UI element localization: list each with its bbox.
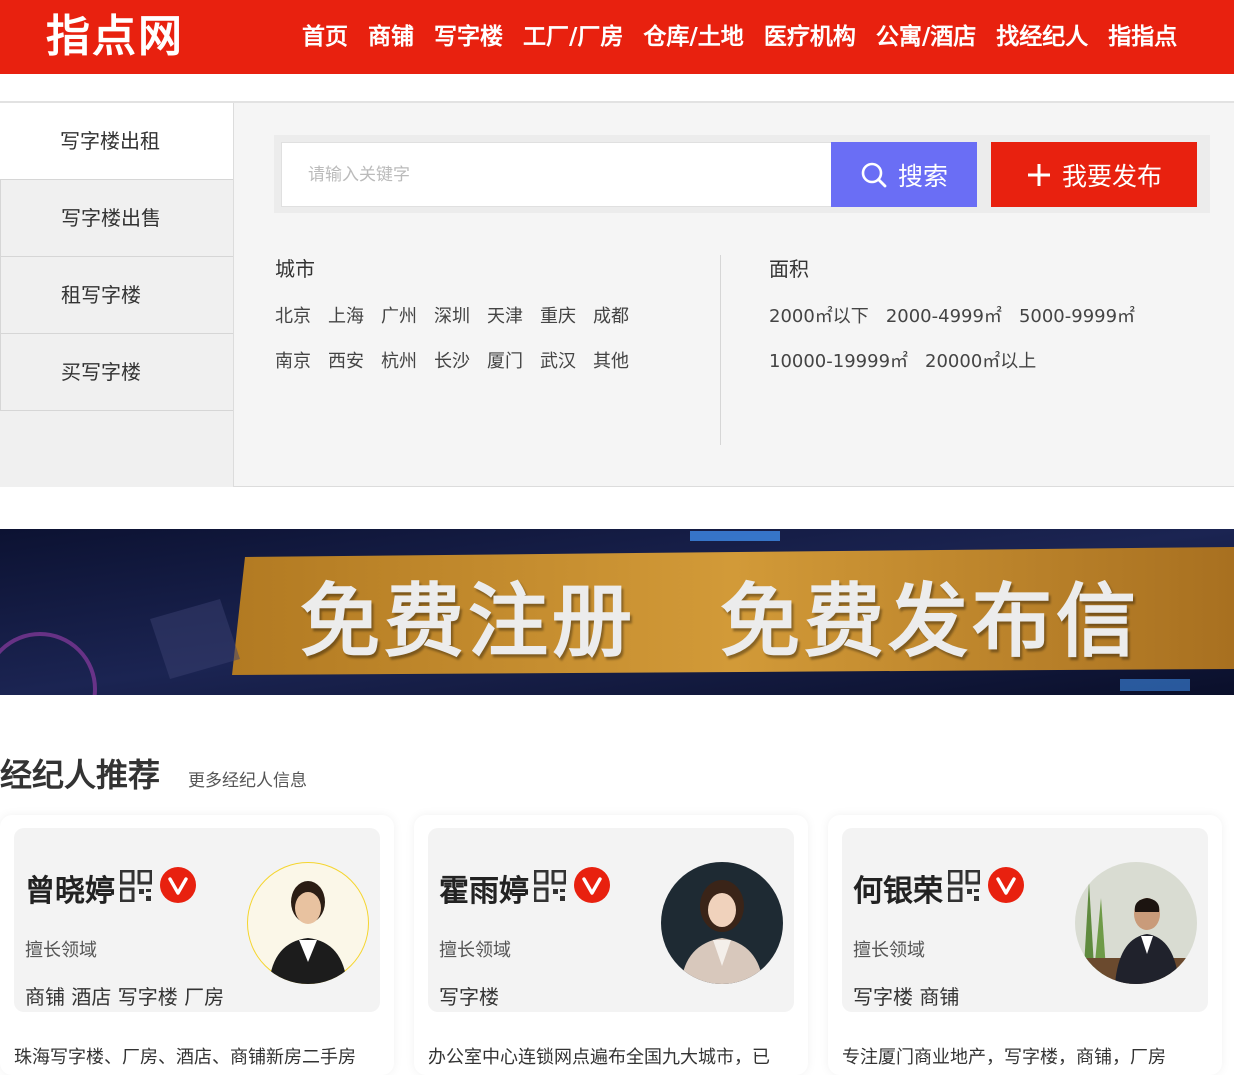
city-link[interactable]: 南京 bbox=[275, 347, 311, 373]
skill-tags: 商铺 酒店 写字楼 厂房 bbox=[25, 985, 225, 1009]
city-link[interactable]: 西安 bbox=[328, 347, 364, 373]
city-link[interactable]: 武汉 bbox=[540, 347, 576, 373]
agents-title: 经纪人推荐 bbox=[0, 756, 161, 794]
site-logo[interactable]: 指点网 bbox=[46, 10, 184, 64]
nav-medical[interactable]: 医疗机构 bbox=[764, 0, 856, 74]
qr-code-icon[interactable] bbox=[534, 870, 566, 902]
qr-code-icon[interactable] bbox=[120, 870, 152, 902]
area-link[interactable]: 5000-9999㎡ bbox=[1019, 302, 1135, 328]
search-button-label: 搜索 bbox=[897, 161, 948, 191]
area-filter-title: 面积 bbox=[769, 257, 809, 281]
city-link[interactable]: 广州 bbox=[381, 302, 417, 328]
area-row-1: 2000㎡以下 2000-4999㎡ 5000-9999㎡ bbox=[769, 302, 1152, 328]
agent-avatar bbox=[1075, 862, 1197, 984]
nav-home[interactable]: 首页 bbox=[302, 0, 348, 74]
area-row-2: 10000-19999㎡ 20000㎡以上 bbox=[769, 347, 1152, 373]
nav-factory[interactable]: 工厂/厂房 bbox=[523, 0, 623, 74]
city-link[interactable]: 重庆 bbox=[540, 302, 576, 328]
city-row-1: 北京 上海 广州 深圳 天津 重庆 成都 bbox=[275, 302, 646, 328]
publish-button-label: 我要发布 bbox=[1061, 161, 1162, 191]
agents-header: 经纪人推荐 更多经纪人信息 bbox=[0, 750, 307, 796]
agent-description: 专注厦门商业地产，写字楼，商铺，厂房 bbox=[842, 1047, 1166, 1068]
city-link[interactable]: 上海 bbox=[328, 302, 364, 328]
skill-label: 擅长领域 bbox=[25, 940, 97, 961]
city-link[interactable]: 北京 bbox=[275, 302, 311, 328]
sidebar-item-buy-office[interactable]: 买写字楼 bbox=[0, 334, 233, 411]
agent-card[interactable]: 曾晓婷 擅长领域 商铺 酒店 写字楼 厂房 珠海写字楼、厂房、酒店、商铺新房二手… bbox=[0, 815, 394, 1075]
agent-card[interactable]: 霍雨婷 擅长领域 写字楼 办公室中心连锁网点遍布全国九大城市，已 bbox=[414, 815, 808, 1075]
city-link[interactable]: 杭州 bbox=[381, 347, 417, 373]
top-navbar: 指点网 首页 商铺 写字楼 工厂/厂房 仓库/土地 医疗机构 公寓/酒店 找经纪… bbox=[0, 0, 1234, 74]
city-link[interactable]: 天津 bbox=[487, 302, 523, 328]
city-row-2: 南京 西安 杭州 长沙 厦门 武汉 其他 bbox=[275, 347, 646, 373]
publish-button[interactable]: 我要发布 bbox=[991, 142, 1197, 207]
nav-warehouse[interactable]: 仓库/土地 bbox=[643, 0, 743, 74]
search-panel: 写字楼出租 写字楼出售 租写字楼 买写字楼 搜索 我要发布 城市 北京 上海 广… bbox=[0, 101, 1234, 487]
sidebar-item-office-sale[interactable]: 写字楼出售 bbox=[0, 180, 233, 257]
skill-label: 擅长领域 bbox=[853, 940, 925, 961]
verified-badge-icon bbox=[574, 867, 610, 903]
verified-badge-icon bbox=[160, 867, 196, 903]
area-filter: 面积 2000㎡以下 2000-4999㎡ 5000-9999㎡ 10000-1… bbox=[769, 253, 1152, 392]
sidebar-item-rent-office[interactable]: 租写字楼 bbox=[0, 257, 233, 334]
agent-avatar bbox=[661, 862, 783, 984]
agent-name: 曾晓婷 bbox=[25, 874, 115, 909]
city-link[interactable]: 深圳 bbox=[434, 302, 470, 328]
sidebar-item-office-rent[interactable]: 写字楼出租 bbox=[0, 103, 233, 180]
agent-avatar bbox=[247, 862, 369, 984]
verified-badge-icon bbox=[988, 867, 1024, 903]
qr-code-icon[interactable] bbox=[948, 870, 980, 902]
agent-name: 霍雨婷 bbox=[439, 874, 529, 909]
agent-card-header: 霍雨婷 擅长领域 写字楼 bbox=[428, 828, 794, 1012]
agent-card[interactable]: 何银荣 擅长领域 写字楼 商铺 专注厦门商业地产，写字楼，商铺，厂房 bbox=[828, 815, 1222, 1075]
skill-tags: 写字楼 商铺 bbox=[853, 985, 960, 1009]
city-link[interactable]: 其他 bbox=[593, 347, 629, 373]
skill-tags: 写字楼 bbox=[439, 985, 499, 1009]
agent-name: 何银荣 bbox=[853, 874, 943, 909]
city-link[interactable]: 长沙 bbox=[434, 347, 470, 373]
filter-divider bbox=[720, 255, 721, 445]
nav-shops[interactable]: 商铺 bbox=[368, 0, 414, 74]
search-bar: 搜索 我要发布 bbox=[274, 135, 1210, 213]
search-button[interactable]: 搜索 bbox=[831, 142, 977, 207]
agent-card-header: 曾晓婷 擅长领域 商铺 酒店 写字楼 厂房 bbox=[14, 828, 380, 1012]
area-link[interactable]: 20000㎡以上 bbox=[925, 347, 1036, 373]
nav-find-agent[interactable]: 找经纪人 bbox=[996, 0, 1088, 74]
nav-office[interactable]: 写字楼 bbox=[434, 0, 503, 74]
nav-zhizhidian[interactable]: 指指点 bbox=[1108, 0, 1177, 74]
city-link[interactable]: 成都 bbox=[593, 302, 629, 328]
city-filter: 城市 北京 上海 广州 深圳 天津 重庆 成都 南京 西安 杭州 长沙 厦门 武… bbox=[275, 253, 646, 392]
search-icon bbox=[861, 162, 887, 187]
search-input[interactable] bbox=[281, 142, 833, 207]
category-sidebar: 写字楼出租 写字楼出售 租写字楼 买写字楼 bbox=[0, 103, 234, 487]
area-link[interactable]: 2000㎡以下 bbox=[769, 302, 869, 328]
city-link[interactable]: 厦门 bbox=[487, 347, 523, 373]
agent-description: 办公室中心连锁网点遍布全国九大城市，已 bbox=[428, 1047, 770, 1068]
promo-banner[interactable]: 免费注册 免费发布信 bbox=[0, 529, 1234, 695]
agent-description: 珠海写字楼、厂房、酒店、商铺新房二手房 bbox=[14, 1047, 356, 1068]
area-link[interactable]: 2000-4999㎡ bbox=[886, 302, 1002, 328]
nav-apartment[interactable]: 公寓/酒店 bbox=[876, 0, 976, 74]
more-agents-link[interactable]: 更多经纪人信息 bbox=[188, 766, 307, 791]
area-link[interactable]: 10000-19999㎡ bbox=[769, 347, 908, 373]
agent-card-header: 何银荣 擅长领域 写字楼 商铺 bbox=[842, 828, 1208, 1012]
plus-icon bbox=[1027, 163, 1050, 186]
city-filter-title: 城市 bbox=[275, 257, 315, 281]
banner-text: 免费注册 免费发布信 bbox=[300, 575, 1140, 668]
skill-label: 擅长领域 bbox=[439, 940, 511, 961]
main-nav: 首页 商铺 写字楼 工厂/厂房 仓库/土地 医疗机构 公寓/酒店 找经纪人 指指… bbox=[302, 0, 1197, 74]
